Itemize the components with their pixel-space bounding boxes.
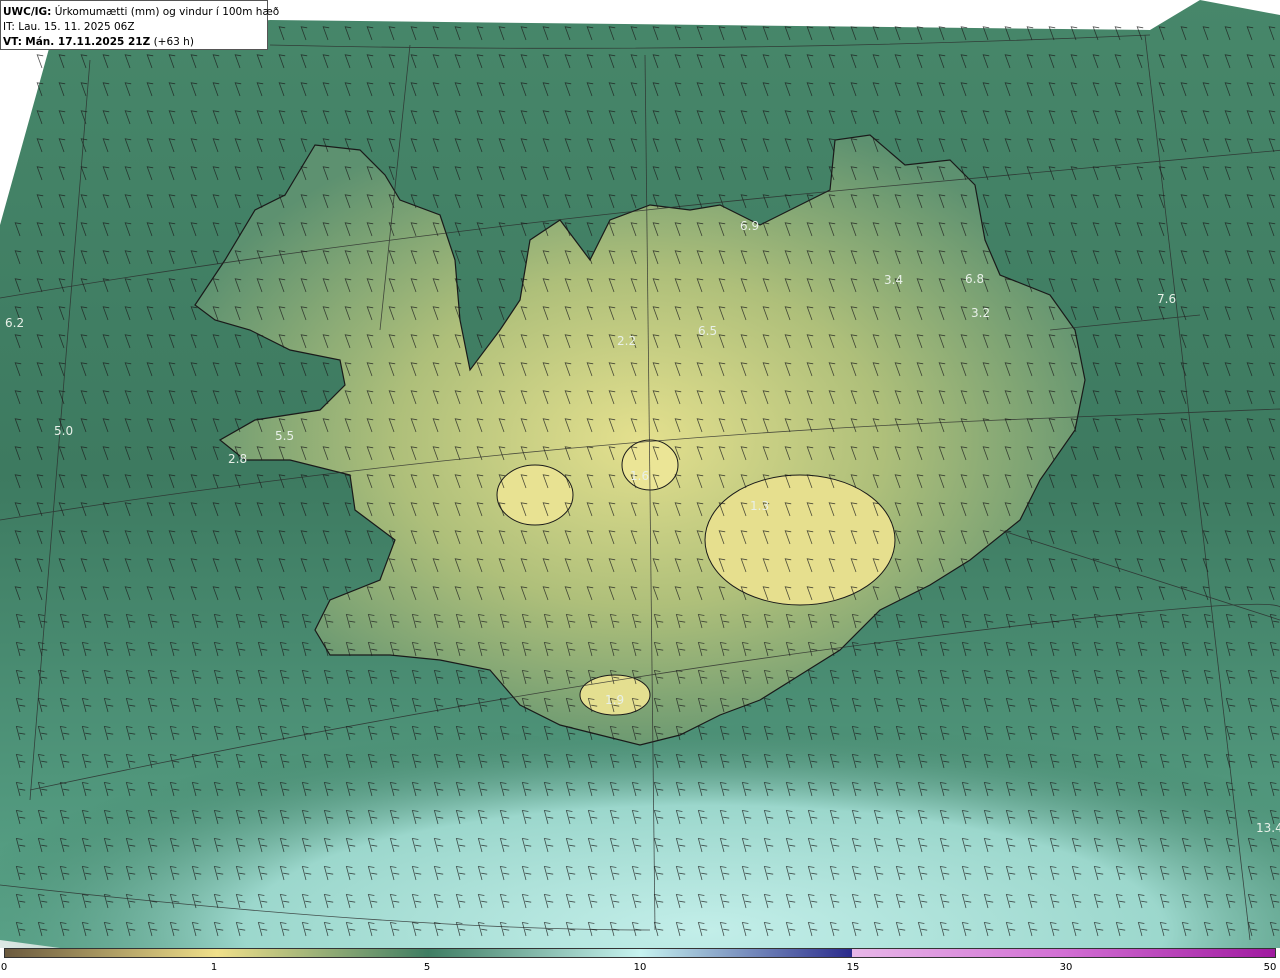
valid-time: Mán. 17.11.2025 21Z	[25, 36, 151, 48]
map-value-label: 6.9	[740, 219, 759, 233]
valid-time-line: VT: Mán. 17.11.2025 21Z (+63 h)	[3, 35, 265, 50]
map-value-label: 1.9	[605, 693, 624, 707]
colorbar-segment	[1063, 949, 1275, 957]
colorbar-segment	[640, 949, 852, 957]
colorbar-tick-label: 5	[423, 962, 431, 973]
map-value-label: 5.0	[54, 424, 73, 438]
colorbar-tick-label: 30	[1059, 962, 1073, 973]
map-canvas: 6.9 3.4 6.8 7.6 3.2 2.2 6.5 6.2 5.0 5.5 …	[0, 0, 1280, 948]
map-value-label: 1.6	[630, 469, 649, 483]
colorbar-segment	[216, 949, 429, 957]
map-value-label: 6.8	[965, 272, 984, 286]
forecast-map: 6.9 3.4 6.8 7.6 3.2 2.2 6.5 6.2 5.0 5.5 …	[0, 0, 1280, 948]
map-value-label: 2.8	[228, 452, 247, 466]
map-value-label: 3.2	[971, 306, 990, 320]
valid-prefix: VT:	[3, 36, 22, 48]
colorbar-tick-label: 10	[633, 962, 647, 973]
langjokull	[496, 464, 574, 526]
map-value-label: 2.2	[617, 334, 636, 348]
field-description: Úrkomumætti (mm) og vindur í 100m hæð	[54, 6, 280, 18]
map-value-label: 13.4	[1256, 821, 1280, 835]
map-value-label: 1.3	[750, 499, 769, 513]
map-value-label: 6.5	[698, 324, 717, 338]
map-value-label: 3.4	[884, 273, 903, 287]
colorbar-tick-label: 15	[846, 962, 860, 973]
map-value-label: 6.2	[5, 316, 24, 330]
colorbar-segment	[428, 949, 640, 957]
colorbar-segment	[851, 949, 1064, 957]
precip-colorbar	[4, 948, 1276, 958]
colorbar-tick-label: 0	[0, 962, 8, 973]
colorbar-tick-label: 1	[210, 962, 218, 973]
initial-time: IT: Lau. 15. 11. 2025 06Z	[3, 21, 135, 33]
map-header: UWC/IG: Úrkomumætti (mm) og vindur í 100…	[0, 0, 279, 50]
model-name: UWC/IG:	[3, 6, 52, 18]
lead-time: (+63 h)	[153, 36, 194, 48]
header-title-line: UWC/IG: Úrkomumætti (mm) og vindur í 100…	[3, 5, 279, 20]
colorbar-tick-label: 50	[1263, 962, 1277, 973]
map-value-label: 7.6	[1157, 292, 1176, 306]
vatnajokull	[704, 474, 896, 606]
colorbar-segment	[5, 949, 217, 957]
map-value-label: 5.5	[275, 429, 294, 443]
